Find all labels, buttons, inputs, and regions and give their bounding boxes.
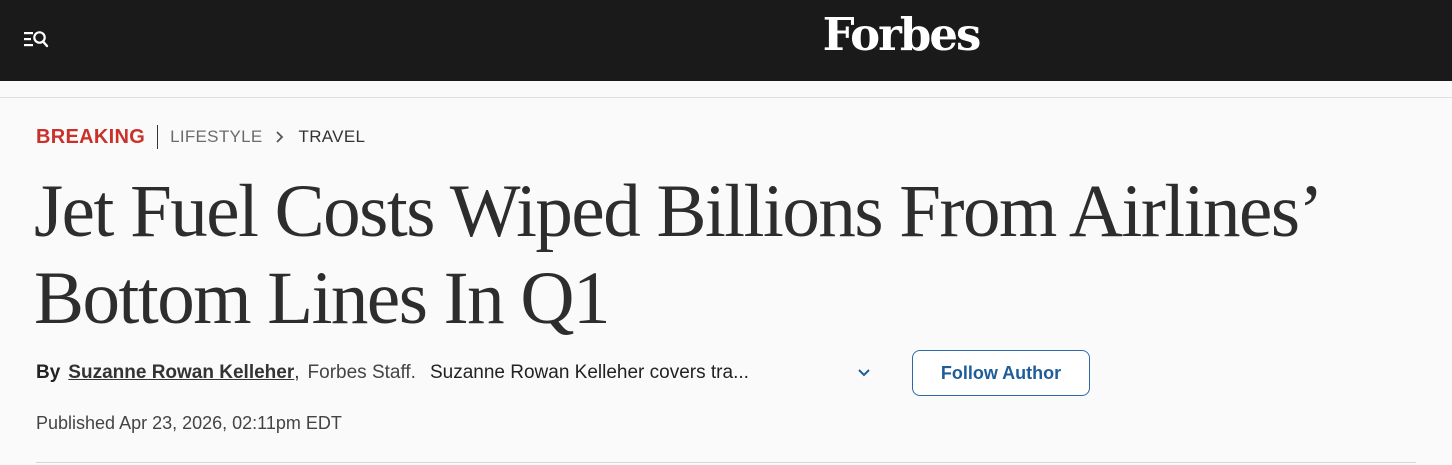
content-divider: [36, 462, 1416, 463]
chevron-right-icon: [275, 131, 283, 143]
top-nav-bar: Forbes: [0, 0, 1452, 81]
byline-comma: ,: [294, 362, 300, 383]
byline: By Suzanne Rowan Kelleher , Forbes Staff…: [36, 360, 794, 386]
header-divider: [0, 97, 1452, 98]
by-label: By: [36, 362, 61, 383]
chevron-down-icon[interactable]: [856, 366, 872, 380]
published-date: Published Apr 23, 2026, 02:11pm EDT: [36, 413, 342, 433]
author-link[interactable]: Suzanne Rowan Kelleher: [68, 362, 294, 384]
forbes-logo[interactable]: Forbes: [0, 8, 1452, 61]
breaking-label: BREAKING: [36, 125, 146, 148]
author-staff-label: Forbes Staff.: [307, 362, 416, 383]
breadcrumb-lifestyle-link[interactable]: LIFESTYLE: [170, 127, 262, 147]
breadcrumb-divider: [157, 125, 159, 149]
breadcrumb: BREAKING LIFESTYLE TRAVEL: [36, 125, 365, 149]
author-bio: Suzanne Rowan Kelleher covers tra...: [429, 362, 749, 383]
follow-author-button[interactable]: Follow Author: [912, 350, 1090, 396]
article-headline: Jet Fuel Costs Wiped Billions From Airli…: [34, 170, 1318, 340]
breadcrumb-travel-link[interactable]: TRAVEL: [299, 127, 366, 147]
